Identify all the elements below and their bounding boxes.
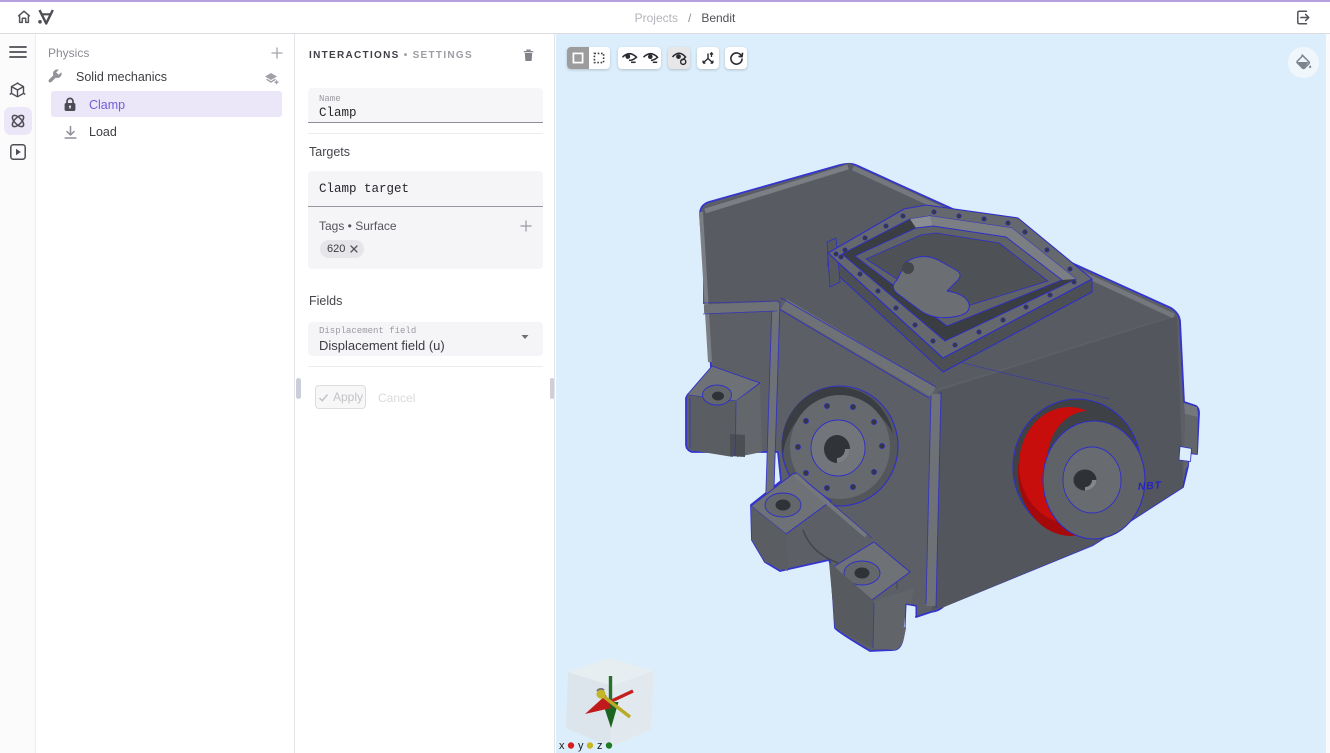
svg-text:z: z — [597, 740, 603, 752]
svg-text:x: x — [559, 740, 565, 752]
svg-text:NBT: NBT — [1137, 479, 1163, 493]
svg-text:y: y — [578, 740, 584, 752]
